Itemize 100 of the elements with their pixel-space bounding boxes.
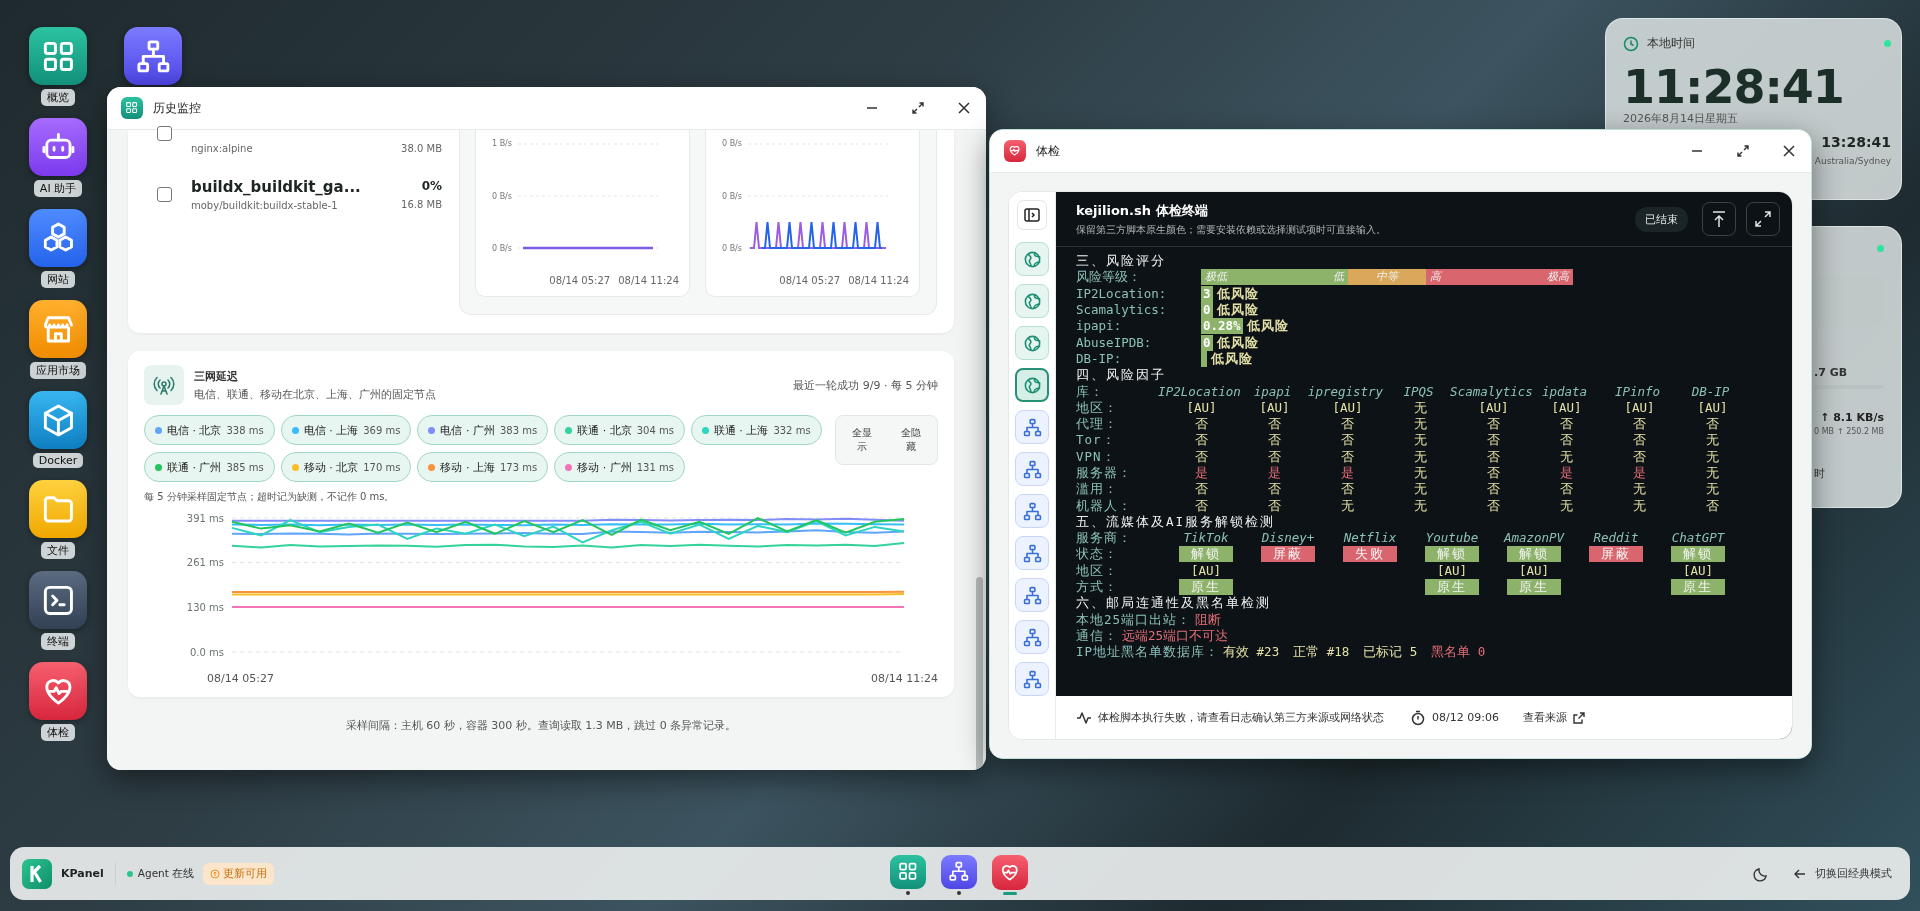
classic-mode-button[interactable]: 切换回经典模式	[1789, 860, 1896, 887]
cubes-app-icon[interactable]	[29, 209, 87, 267]
globe-tab[interactable]	[1015, 368, 1049, 402]
scroll-top-button[interactable]	[1702, 202, 1736, 236]
app-label[interactable]: 概览	[41, 89, 75, 106]
scale-label: 极高	[1547, 269, 1569, 286]
close-button[interactable]	[1781, 143, 1797, 159]
terminal-value: 否	[1195, 497, 1208, 514]
scrollbar[interactable]	[976, 577, 983, 770]
network-tab[interactable]	[1015, 494, 1049, 528]
app-label[interactable]: 文件	[41, 542, 75, 559]
globe-icon	[1022, 291, 1042, 311]
terminal-value: 否	[1341, 416, 1354, 433]
network-icon	[1022, 501, 1042, 521]
status-tag: 原生	[1425, 579, 1479, 596]
node-name: 联通 · 上海	[713, 422, 769, 438]
app-label[interactable]: Docker	[32, 453, 84, 468]
robot-app-icon[interactable]	[29, 118, 87, 176]
axis-label: 08/14 11:24	[848, 275, 909, 286]
sidebar-toggle-button[interactable]	[1017, 200, 1047, 230]
node-chip[interactable]: 电信 · 北京 338 ms	[144, 415, 275, 445]
terminal-label: 代理：	[1076, 416, 1119, 433]
node-chip[interactable]: 联通 · 上海 332 ms	[690, 415, 822, 445]
latency-value: 332 ms	[773, 424, 811, 436]
heart-pulse-app-icon[interactable]	[29, 662, 87, 720]
moon-icon[interactable]	[1753, 865, 1769, 882]
remote-time: 13:28:41	[1821, 133, 1891, 150]
terminal-value: 无	[1414, 497, 1427, 514]
node-chip[interactable]: 移动 · 北京 170 ms	[280, 452, 412, 482]
network-tab[interactable]	[1015, 662, 1049, 696]
terminal-value: [AU]	[1551, 399, 1582, 416]
window-title: 体检	[1036, 142, 1060, 160]
node-chip[interactable]: 电信 · 广州 383 ms	[417, 415, 549, 445]
folder-app-icon[interactable]	[29, 480, 87, 538]
toggle-button[interactable]: 全显示	[838, 418, 887, 462]
status-tag: 原生	[1179, 579, 1233, 596]
scale-label: 低	[1333, 269, 1345, 286]
risk-verdict: 低风险	[1216, 302, 1259, 319]
network-taskbar-icon[interactable]	[941, 854, 977, 889]
column-header: AmazonPV	[1503, 530, 1565, 547]
terminal-value: 阻断	[1195, 611, 1222, 628]
node-name: 电信 · 广州	[440, 422, 495, 438]
status-tag: 原生	[1507, 579, 1561, 596]
app-label[interactable]: 应用市场	[30, 362, 86, 379]
app-label[interactable]: 体检	[41, 724, 75, 741]
section-subtitle: 电信、联通、移动在北京、上海、广州的固定节点	[194, 386, 436, 402]
network-tab[interactable]	[1015, 452, 1049, 486]
network-tab[interactable]	[1015, 536, 1049, 570]
status-dot	[1884, 40, 1891, 47]
terminal-value: [AU]	[1190, 562, 1222, 579]
app-label[interactable]: 网站	[41, 271, 75, 288]
terminal-value: 否	[1487, 465, 1500, 481]
toggle-button[interactable]: 全隐藏	[886, 418, 935, 462]
network-tab[interactable]	[1015, 620, 1049, 654]
node-chip[interactable]: 联通 · 北京 304 ms	[554, 415, 685, 445]
heart-pulse-taskbar-icon[interactable]	[992, 854, 1028, 890]
column-header: Reddit	[1593, 530, 1639, 547]
network-app-icon[interactable]	[124, 27, 182, 85]
network-icon	[948, 861, 970, 882]
node-chip[interactable]: 联通 · 广州 385 ms	[144, 452, 275, 482]
logo-icon[interactable]	[22, 858, 52, 889]
node-chip[interactable]: 电信 · 上海 369 ms	[280, 415, 412, 445]
checkbox[interactable]	[157, 126, 172, 141]
maximize-button[interactable]	[1735, 143, 1751, 159]
network-icon	[1022, 627, 1042, 647]
store-app-icon[interactable]	[29, 300, 87, 358]
node-name: 联通 · 北京	[577, 422, 632, 438]
terminal-title: kejilion.sh 体检终端	[1076, 201, 1209, 220]
terminal-label: 本地25端口出站：	[1076, 611, 1192, 628]
terminal-label: IP地址黑名单数据库：	[1076, 644, 1220, 661]
axis-label: 08/14 05:27	[207, 672, 274, 685]
network-icon	[135, 38, 171, 74]
maximize-button[interactable]	[910, 100, 926, 116]
network-tab[interactable]	[1015, 410, 1049, 444]
terminal-value: 否	[1487, 481, 1500, 498]
close-button[interactable]	[956, 100, 972, 116]
terminal-value: 否	[1195, 481, 1208, 498]
external-link-icon[interactable]	[1571, 710, 1586, 725]
box-app-icon[interactable]	[29, 391, 87, 449]
grid-taskbar-icon[interactable]	[890, 854, 926, 889]
timer-icon	[1410, 709, 1426, 726]
app-label[interactable]: 终端	[41, 633, 75, 650]
node-chip[interactable]: 移动 · 广州 131 ms	[554, 452, 685, 482]
terminal-value: 正常 #18	[1293, 644, 1350, 661]
terminal-app-icon[interactable]	[29, 571, 87, 629]
clock-icon	[1623, 35, 1639, 52]
local-time: 11:28:41	[1623, 62, 1845, 113]
footer-text: 采样间隔：主机 60 秒，容器 300 秒。查询读取 1.3 MB，跳过 0 条异常记录。	[344, 718, 738, 733]
network-tab[interactable]	[1015, 578, 1049, 612]
source-link[interactable]: 查看来源	[1522, 710, 1586, 725]
app-label[interactable]: AI 助手	[33, 180, 83, 197]
latency-value: 383 ms	[499, 424, 538, 436]
grid-app-icon[interactable]	[29, 27, 87, 85]
terminal-value: [AU]	[1332, 399, 1363, 416]
node-chip[interactable]: 移动 · 上海 173 ms	[417, 452, 549, 482]
terminal-value: 否	[1560, 481, 1573, 498]
terminal-value: 否	[1268, 416, 1281, 433]
checkbox[interactable]	[157, 186, 172, 202]
terminal-value: 无	[1414, 448, 1427, 465]
fullscreen-button[interactable]	[1746, 202, 1780, 236]
